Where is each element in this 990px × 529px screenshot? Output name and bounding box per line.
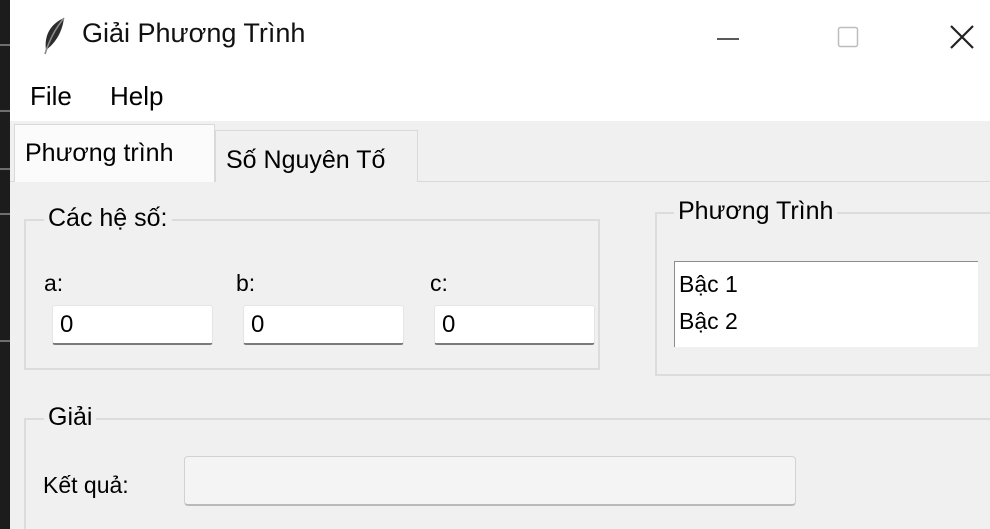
list-item[interactable]: Bậc 2 <box>679 308 738 335</box>
edge-tick <box>0 213 10 215</box>
edge-tick <box>0 340 10 342</box>
close-button[interactable] <box>922 0 990 73</box>
coef-b-label: b: <box>236 270 256 296</box>
menu-help[interactable]: Help <box>106 81 167 112</box>
tab-so-nguyen-to[interactable]: Số Nguyên Tố <box>215 130 418 182</box>
coef-c-label: c: <box>430 270 448 296</box>
maximize-icon <box>837 26 859 47</box>
equation-group-title: Phương Trình <box>674 197 838 226</box>
coefficients-group-title: Các hệ số: <box>44 204 172 233</box>
title-bar[interactable]: Giải Phương Trình <box>10 0 990 73</box>
solve-group-title: Giải <box>44 403 97 432</box>
coef-a-input[interactable]: 0 <box>52 305 213 345</box>
window-title: Giải Phương Trình <box>82 18 306 48</box>
edge-tick <box>0 44 10 46</box>
coef-a-label: a: <box>44 270 64 296</box>
equation-listbox[interactable]: Bậc 1 Bậc 2 <box>674 261 978 347</box>
minimize-icon <box>717 37 739 40</box>
menu-bar: File Help <box>10 73 990 121</box>
maximize-button[interactable] <box>808 0 888 73</box>
menu-file[interactable]: File <box>26 81 76 112</box>
edge-tick <box>0 110 10 112</box>
coefficients-group <box>24 219 600 370</box>
edge-tick <box>0 168 10 170</box>
result-field <box>184 456 796 506</box>
coef-b-input[interactable]: 0 <box>243 305 404 345</box>
notebook-tabs: Phương trình Số Nguyên Tố <box>10 121 990 182</box>
feather-icon <box>44 17 65 55</box>
close-icon <box>950 24 974 49</box>
list-item[interactable]: Bậc 1 <box>679 271 738 298</box>
tab-phuong-trinh[interactable]: Phương trình <box>14 124 215 182</box>
result-label: Kết quả: <box>43 472 129 498</box>
background-window-edge <box>0 0 10 529</box>
coef-c-input[interactable]: 0 <box>434 305 595 345</box>
minimize-button[interactable] <box>688 0 768 73</box>
